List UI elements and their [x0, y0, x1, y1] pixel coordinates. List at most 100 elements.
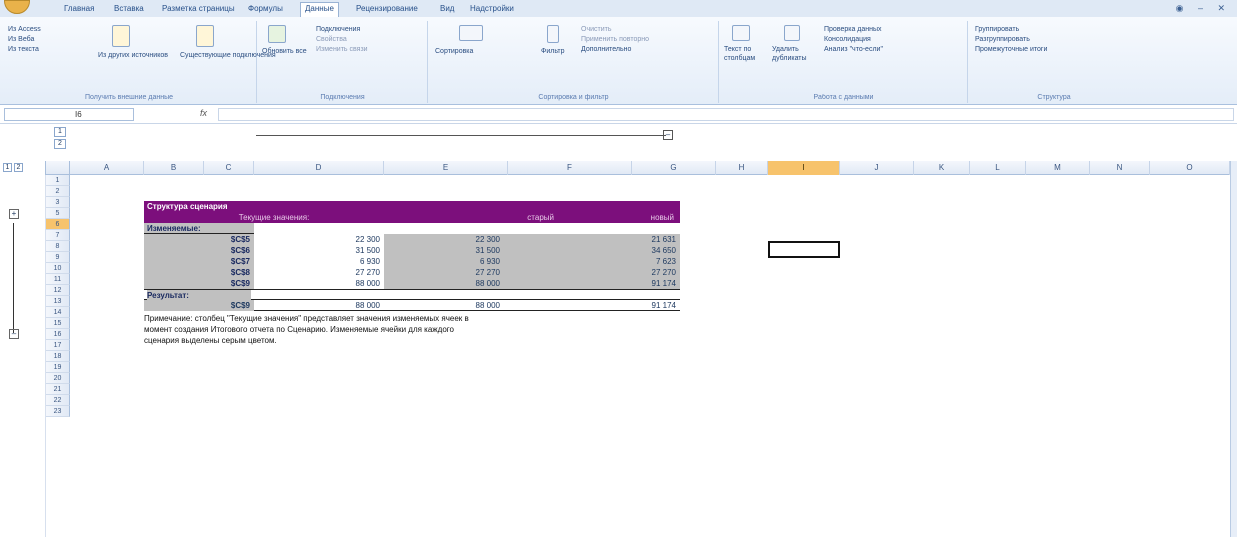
tab-data[interactable]: Данные	[300, 2, 339, 17]
row-header[interactable]: 7	[46, 230, 70, 241]
row-header[interactable]: 15	[46, 318, 70, 329]
properties-button[interactable]: Свойства	[316, 35, 347, 44]
reapply-button[interactable]: Применить повторно	[581, 35, 649, 44]
column-header[interactable]: E	[384, 161, 508, 175]
advanced-button[interactable]: Дополнительно	[581, 45, 631, 54]
column-header[interactable]: G	[632, 161, 716, 175]
group-button[interactable]: Группировать	[975, 25, 1019, 34]
formula-bar: I6 fx	[0, 106, 1237, 124]
row-header[interactable]: 12	[46, 285, 70, 296]
what-if-button[interactable]: Анализ "что-если"	[824, 45, 883, 54]
clear-button[interactable]: Очистить	[581, 25, 611, 34]
select-all-button[interactable]	[46, 161, 70, 175]
row-header[interactable]: 21	[46, 384, 70, 395]
note-line-1: Примечание: столбец "Текущие значения" п…	[144, 314, 469, 323]
column-outline-area: 1 2 –	[0, 125, 1237, 161]
row-header[interactable]: 5	[46, 208, 70, 219]
row-header[interactable]: 9	[46, 252, 70, 263]
from-other-sources-button[interactable]: Из других источников	[98, 51, 168, 60]
column-header[interactable]: D	[254, 161, 384, 175]
column-header-selected[interactable]: I	[768, 161, 840, 175]
column-header[interactable]: F	[508, 161, 632, 175]
formula-input[interactable]	[218, 108, 1234, 121]
data-validation-button[interactable]: Проверка данных	[824, 25, 882, 34]
column-header[interactable]: L	[970, 161, 1026, 175]
row-header[interactable]: 1	[46, 175, 70, 186]
tab-formulas[interactable]: Формулы	[244, 3, 287, 16]
changing-old: 31 500	[384, 245, 508, 256]
filter-button[interactable]: Фильтр	[541, 47, 565, 56]
tab-view[interactable]: Вид	[436, 3, 458, 16]
from-web-button[interactable]: Из Веба	[8, 35, 34, 44]
row-header[interactable]: 2	[46, 186, 70, 197]
subtotal-button[interactable]: Промежуточные итоги	[975, 45, 1047, 54]
changing-new: 7 623	[508, 256, 680, 267]
worksheet-grid[interactable]: Структура сценария Текущие значения: ста…	[70, 175, 1230, 537]
column-header[interactable]: C	[204, 161, 254, 175]
outline-level-2-button[interactable]: 2	[54, 139, 66, 149]
ribbon: Из Access Из Веба Из текста Из других ис…	[0, 17, 1237, 105]
column-header[interactable]: K	[914, 161, 970, 175]
column-header[interactable]: B	[144, 161, 204, 175]
column-header[interactable]: H	[716, 161, 768, 175]
row-header[interactable]: 22	[46, 395, 70, 406]
row-header[interactable]: 6	[46, 219, 70, 230]
changing-cell-ref: $C$8	[144, 267, 254, 278]
row-header[interactable]: 18	[46, 351, 70, 362]
row-header[interactable]: 23	[46, 406, 70, 417]
text-to-columns-icon	[732, 25, 750, 41]
column-header[interactable]: M	[1026, 161, 1090, 175]
report-title: Структура сценария	[144, 201, 680, 212]
tab-insert[interactable]: Вставка	[110, 3, 148, 16]
from-access-button[interactable]: Из Access	[8, 25, 41, 34]
window-controls[interactable]: ◉ – ✕	[1176, 3, 1231, 14]
row-level-1-button[interactable]: 1	[3, 163, 12, 172]
remove-duplicates-button[interactable]: Удалить дубликаты	[772, 45, 812, 63]
row-level-2-button[interactable]: 2	[14, 163, 23, 172]
connections-button[interactable]: Подключения	[316, 25, 360, 34]
row-header[interactable]: 10	[46, 263, 70, 274]
collapse-columns-button[interactable]: –	[663, 130, 673, 140]
collapse-rows-button[interactable]: –	[9, 329, 19, 339]
consolidate-button[interactable]: Консолидация	[824, 35, 871, 44]
tab-review[interactable]: Рецензирование	[352, 3, 422, 16]
tab-home[interactable]: Главная	[60, 3, 98, 16]
result-old: 88 000	[475, 301, 500, 310]
active-cell[interactable]	[768, 241, 840, 258]
name-box[interactable]: I6	[4, 108, 134, 121]
row-header[interactable]: 20	[46, 373, 70, 384]
row-headers: 1 2 3 5 6 7 8 9 10 11 12 13 14 15 16 17 18 19 20 21 22 23	[46, 175, 70, 537]
group-external-data: Из Access Из Веба Из текста Из других ис…	[2, 21, 276, 103]
row-header[interactable]: 14	[46, 307, 70, 318]
group-outline: Группировать Разгруппировать Промежуточн…	[969, 21, 1139, 103]
refresh-all-button[interactable]: Обновить все	[262, 47, 307, 56]
column-header[interactable]: A	[70, 161, 144, 175]
column-header[interactable]: O	[1150, 161, 1230, 175]
row-header[interactable]: 8	[46, 241, 70, 252]
from-text-button[interactable]: Из текста	[8, 45, 39, 54]
expand-rows-button[interactable]: +	[9, 209, 19, 219]
column-header[interactable]: J	[840, 161, 914, 175]
fx-icon[interactable]: fx	[200, 108, 207, 118]
row-header[interactable]: 19	[46, 362, 70, 373]
vertical-scrollbar[interactable]	[1230, 161, 1237, 537]
row-header[interactable]: 16	[46, 329, 70, 340]
row-header[interactable]: 13	[46, 296, 70, 307]
changing-row: $C$6 31 500 31 500 34 650	[144, 245, 680, 256]
outline-level-1-button[interactable]: 1	[54, 127, 66, 137]
office-button[interactable]	[4, 0, 30, 14]
changing-label: Изменяемые:	[144, 223, 254, 234]
edit-links-button[interactable]: Изменить связи	[316, 45, 368, 54]
sort-button[interactable]: Сортировка	[435, 47, 473, 56]
tab-page-layout[interactable]: Разметка страницы	[158, 3, 239, 16]
text-to-columns-button[interactable]: Текст по столбцам	[724, 45, 764, 63]
tab-addins[interactable]: Надстройки	[466, 3, 518, 16]
row-outline-area: + –	[0, 175, 46, 537]
result-cell-ref: $C$9	[144, 300, 254, 311]
column-header[interactable]: N	[1090, 161, 1150, 175]
row-header[interactable]: 3	[46, 197, 70, 208]
ungroup-button[interactable]: Разгруппировать	[975, 35, 1030, 44]
note-line-2: момент создания Итогового отчета по Сцен…	[144, 325, 454, 334]
row-header[interactable]: 17	[46, 340, 70, 351]
row-header[interactable]: 11	[46, 274, 70, 285]
